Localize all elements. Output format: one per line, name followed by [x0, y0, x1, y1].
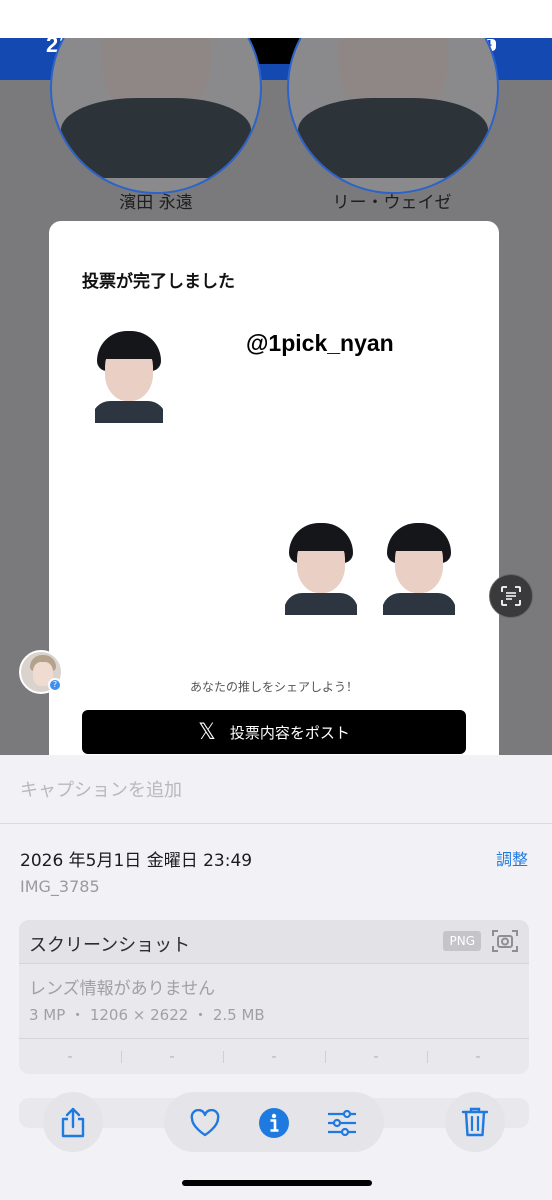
info-icon — [259, 1108, 289, 1138]
modal-title: 投票が完了しました — [82, 272, 235, 292]
top-strip — [0, 0, 552, 38]
heart-icon — [190, 1109, 220, 1137]
file-name: IMG_3785 — [20, 877, 100, 896]
post-button-label: 投票内容をポスト — [229, 723, 350, 742]
favorite-button[interactable] — [188, 1106, 222, 1140]
adjust-icon — [328, 1109, 356, 1137]
home-indicator — [182, 1180, 372, 1186]
candidate-name-2: リー・ウェイゼ — [332, 193, 452, 213]
voted-photo-2 — [285, 523, 357, 615]
caption-input[interactable]: キャプションを追加 — [20, 776, 182, 802]
voted-photo-1 — [95, 331, 163, 423]
exif-cell: - — [223, 1039, 325, 1074]
account-handle: @1pick_nyan — [246, 330, 394, 356]
screenshot-camera-icon — [492, 930, 518, 952]
image-specs: 3 MP ・ 1206 × 2622 ・ 2.5 MB — [29, 1006, 265, 1024]
vote-complete-modal: 投票が完了しました @1pick_nyan あなたの推しをシェアしよう！ 𝕏 投… — [49, 221, 499, 755]
exif-row: - - - - - — [19, 1038, 529, 1074]
exif-cell: - — [121, 1039, 223, 1074]
exif-cell: - — [427, 1039, 529, 1074]
format-badge: PNG — [443, 931, 481, 951]
edit-button[interactable] — [325, 1106, 359, 1140]
candidate-photo-2 — [287, 38, 499, 194]
delete-button[interactable] — [445, 1092, 505, 1152]
post-to-x-button[interactable]: 𝕏 投票内容をポスト — [82, 710, 466, 754]
metadata-card: スクリーンショット PNG レンズ情報がありません 3 MP ・ 1206 × … — [19, 920, 529, 1074]
media-type: スクリーンショット — [29, 935, 191, 956]
candidate-photo-1 — [50, 38, 262, 194]
voted-photo-3 — [383, 523, 455, 615]
photo-datetime: 2026 年5月1日 金曜日 23:49 — [20, 851, 253, 871]
shared-badge-icon: ? — [48, 678, 62, 692]
share-hint: あなたの推しをシェアしよう！ — [189, 680, 358, 694]
adjust-date-button[interactable]: 調整 — [496, 846, 528, 870]
x-logo-icon: 𝕏 — [198, 719, 216, 745]
exif-cell: - — [325, 1039, 427, 1074]
share-icon — [61, 1107, 85, 1138]
photo-viewer: 23:49 34 濱田 永遠 リー・ウェイゼ 投票が完了しました — [0, 0, 552, 1200]
screenshot-image[interactable]: 23:49 34 濱田 永遠 リー・ウェイゼ 投票が完了しました — [0, 38, 552, 755]
metadata-header: スクリーンショット PNG — [19, 920, 529, 964]
info-button[interactable] — [257, 1106, 291, 1140]
live-text-icon[interactable] — [489, 574, 533, 618]
lens-info: レンズ情報がありません — [29, 979, 216, 999]
share-button[interactable] — [43, 1092, 103, 1152]
trash-icon — [461, 1107, 489, 1137]
exif-cell: - — [67, 1049, 73, 1065]
candidate-name-1: 濱田 永遠 — [119, 193, 193, 213]
divider — [0, 823, 552, 824]
